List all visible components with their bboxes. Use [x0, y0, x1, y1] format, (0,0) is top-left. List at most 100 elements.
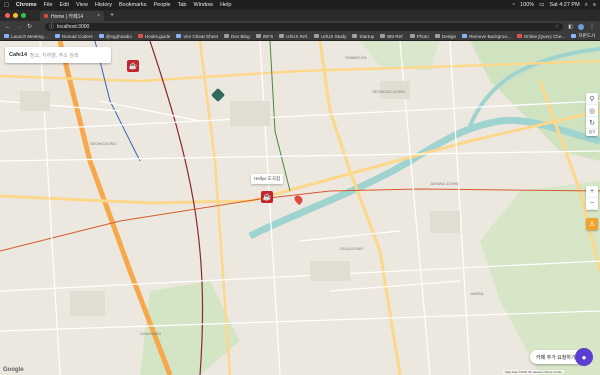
- bookmarks-bar: Launch Meeting ... Nomad Coders @egghead…: [0, 32, 600, 41]
- bookmark-item[interactable]: Hooks.guide: [137, 33, 171, 39]
- bookmark-folder[interactable]: Dev Blog: [224, 34, 250, 39]
- bookmark-label: BM Ref.: [387, 33, 404, 39]
- browser-tab[interactable]: Home | 카페14 ×: [40, 11, 104, 21]
- bookmark-icon: [462, 34, 468, 38]
- minimize-window-button[interactable]: [13, 13, 18, 18]
- folder-icon: [352, 34, 358, 38]
- map-background: [0, 41, 600, 375]
- bookmark-label: @eggheadio: [105, 33, 132, 39]
- zoom-out-button[interactable]: −: [586, 198, 598, 210]
- bookmark-folder[interactable]: INFS: [255, 34, 273, 39]
- menu-file[interactable]: File: [44, 2, 53, 8]
- cafe-pin-icon[interactable]: ☕: [127, 60, 139, 72]
- chat-button[interactable]: ●: [575, 348, 593, 366]
- bookmark-folder[interactable]: UI/UX Ref.: [279, 34, 308, 39]
- map-side-controls: ⚲ ◎ ↻ 접기: [586, 93, 598, 136]
- menu-help[interactable]: Help: [220, 2, 231, 8]
- bookmark-label: Startup: [359, 33, 375, 39]
- folder-icon: [224, 34, 230, 38]
- search-box[interactable]: Cafe14 장소, 지하철, 주소 검색: [5, 47, 111, 63]
- cafe-tooltip: Hellyo 도곡점: [251, 174, 284, 184]
- folder-icon: [434, 34, 440, 38]
- url-bar[interactable]: ⓘ localhost:3000 ☆: [45, 22, 564, 31]
- collapse-label[interactable]: 접기: [586, 129, 598, 136]
- cafe-pin-icon[interactable]: ☕: [261, 191, 273, 203]
- wifi-icon[interactable]: ◔: [512, 2, 515, 8]
- cafe14-logo[interactable]: Cafe14: [9, 52, 27, 58]
- pegman-figure: ♙: [588, 221, 596, 228]
- bookmark-icon: [4, 34, 9, 38]
- reload-icon[interactable]: ↻: [27, 23, 32, 30]
- extensions-icon[interactable]: ◧: [568, 24, 573, 30]
- bookmark-item[interactable]: Nomad Coders: [54, 33, 93, 39]
- bookmark-icon: [571, 34, 577, 38]
- map-label: SEONGSU-DONG: [372, 89, 406, 94]
- bookmark-label: Vim Cheat Sheet: [183, 33, 219, 39]
- menu-chrome[interactable]: Chrome: [16, 2, 37, 8]
- folder-icon: [380, 34, 386, 38]
- menu-people[interactable]: People: [153, 2, 170, 8]
- battery-level[interactable]: 100%: [520, 2, 534, 8]
- folder-icon: [314, 34, 320, 38]
- menu-list-icon[interactable]: ≡: [593, 2, 596, 8]
- macos-menubar:  Chrome File Edit View History Bookmark…: [0, 0, 600, 10]
- new-tab-button[interactable]: +: [110, 12, 114, 19]
- zoom-window-button[interactable]: [21, 13, 26, 18]
- refresh-icon[interactable]: ↻: [586, 117, 598, 129]
- forward-icon[interactable]: →: [16, 24, 22, 30]
- bookmark-folder[interactable]: UI/UX Study: [314, 34, 346, 39]
- menu-edit[interactable]: Edit: [60, 2, 69, 8]
- bookmark-label: Design: [441, 33, 457, 39]
- bookmark-item[interactable]: Vim Cheat Sheet: [176, 34, 218, 39]
- apple-icon[interactable]: : [4, 2, 9, 9]
- star-icon[interactable]: ☆: [555, 24, 559, 30]
- folder-icon: [279, 34, 285, 38]
- bookmark-label: Nomad Coders: [61, 33, 93, 39]
- menu-tab[interactable]: Tab: [178, 2, 187, 8]
- menu-view[interactable]: View: [76, 2, 88, 8]
- search-icon[interactable]: ⌕: [585, 2, 588, 9]
- close-tab-icon[interactable]: ×: [97, 13, 100, 19]
- google-logo: Google: [3, 367, 24, 373]
- map-label: GWANGJIN: [345, 55, 367, 60]
- bookmark-icon: [98, 34, 104, 38]
- bookmark-item[interactable]: Online jQuery Che...: [516, 34, 565, 39]
- info-icon[interactable]: ⓘ: [49, 23, 54, 30]
- close-window-button[interactable]: [5, 13, 10, 18]
- back-icon[interactable]: ←: [5, 24, 11, 30]
- bookmark-label: Hooks.guide: [144, 33, 171, 39]
- chrome-menu-icon[interactable]: ⋮: [589, 23, 595, 30]
- url-text: localhost:3000: [57, 23, 90, 30]
- map-canvas[interactable]: GWANGJIN SEONGSU-DONG JAYANG-DONG GUUI-D…: [0, 41, 600, 375]
- map-label: GANGNAM: [140, 331, 161, 336]
- status-area: ◔ 100% ▭ Sat 4:27 PM ⌕ ≡: [512, 2, 596, 9]
- chat-icon: ●: [581, 352, 587, 362]
- zoom-controls: + −: [586, 186, 598, 210]
- tab-favicon: [44, 14, 48, 18]
- bookmark-item[interactable]: Remove Backgrou...: [462, 34, 511, 39]
- locate-icon[interactable]: ◎: [586, 105, 598, 117]
- battery-icon[interactable]: ▭: [539, 2, 544, 8]
- user-icon[interactable]: ⚲: [586, 93, 598, 105]
- bookmark-item[interactable]: 자판도사: [571, 33, 595, 39]
- bookmark-folder[interactable]: Design: [434, 33, 457, 39]
- map-label: JAMSIL: [470, 291, 485, 296]
- bookmark-label: Launch Meeting ...: [11, 33, 49, 39]
- bookmark-item[interactable]: @eggheadio: [98, 33, 132, 39]
- zoom-in-button[interactable]: +: [586, 186, 598, 198]
- bookmark-folder[interactable]: Startup: [352, 34, 374, 39]
- bookmark-folder[interactable]: Photo: [409, 34, 429, 39]
- map-attribution[interactable]: Map data ©2020 SK telecom Terms of Use: [503, 370, 564, 374]
- menu-history[interactable]: History: [95, 2, 112, 8]
- bookmark-label: Remove Backgrou...: [469, 33, 511, 39]
- folder-icon: [255, 34, 261, 38]
- clock[interactable]: Sat 4:27 PM: [549, 2, 579, 8]
- search-input[interactable]: 장소, 지하철, 주소 검색: [30, 52, 78, 59]
- street-view-pegman-icon[interactable]: ♙: [586, 218, 598, 230]
- map-label: GUUI-DONG: [340, 246, 364, 251]
- profile-avatar[interactable]: [578, 23, 584, 30]
- bookmark-folder[interactable]: BM Ref.: [380, 34, 404, 39]
- menu-bookmarks[interactable]: Bookmarks: [119, 2, 147, 8]
- menu-window[interactable]: Window: [194, 2, 214, 8]
- bookmark-item[interactable]: Launch Meeting ...: [4, 34, 49, 39]
